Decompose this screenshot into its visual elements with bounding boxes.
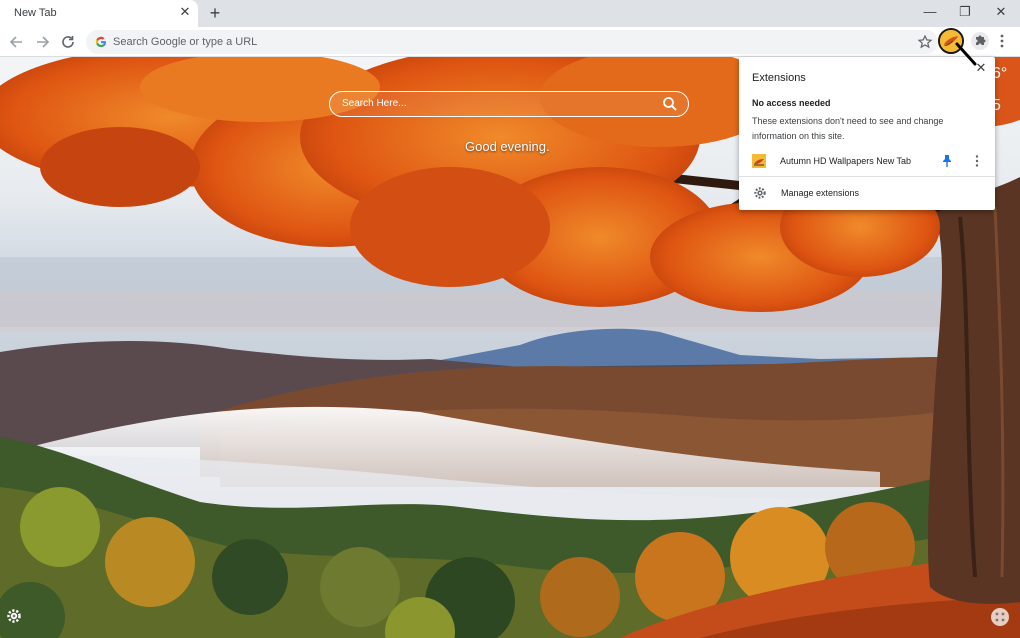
- manage-extensions-label: Manage extensions: [781, 188, 860, 198]
- manage-extensions-button[interactable]: Manage extensions: [739, 181, 995, 205]
- restore-button[interactable]: ❐: [948, 2, 982, 22]
- apps-grid-icon[interactable]: [991, 608, 1009, 626]
- tab-close-icon[interactable]: ✕: [178, 5, 192, 19]
- extension-item[interactable]: Autumn HD Wallpapers New Tab: [739, 150, 995, 172]
- extensions-popup: Extensions ✕ No access needed These exte…: [739, 57, 995, 210]
- omnibox-placeholder: Search Google or type a URL: [113, 36, 258, 48]
- tab-title: New Tab: [14, 7, 57, 19]
- omnibox[interactable]: Search Google or type a URL: [86, 30, 938, 54]
- google-icon: [95, 36, 106, 48]
- minimize-button[interactable]: —: [913, 2, 947, 22]
- tab-new-tab[interactable]: New Tab ✕: [0, 0, 198, 27]
- newtab-search-placeholder: Search Here...: [342, 98, 407, 109]
- pin-icon[interactable]: [941, 154, 953, 168]
- window-close-button[interactable]: ✕: [984, 2, 1018, 22]
- popup-divider: [739, 176, 995, 177]
- tab-strip: New Tab ✕ + — ❐ ✕: [0, 0, 1020, 27]
- section-description: These extensions don't need to see and c…: [752, 116, 944, 141]
- section-title: No access needed: [752, 98, 831, 108]
- gear-icon: [754, 187, 766, 199]
- extension-name: Autumn HD Wallpapers New Tab: [780, 156, 912, 166]
- arrow-left-icon[interactable]: [8, 33, 26, 51]
- arrow-right-icon[interactable]: [33, 33, 51, 51]
- reload-icon[interactable]: [59, 33, 77, 51]
- settings-gear-icon[interactable]: [6, 608, 22, 624]
- new-tab-button[interactable]: +: [206, 4, 224, 22]
- star-icon[interactable]: [917, 34, 933, 50]
- autumn-extension-icon: [752, 154, 766, 168]
- extension-more-icon[interactable]: [973, 154, 981, 168]
- newtab-search-bar[interactable]: Search Here...: [329, 91, 689, 117]
- browser-toolbar: Search Google or type a URL: [0, 27, 1020, 57]
- kebab-icon[interactable]: [996, 32, 1008, 50]
- mouse-cursor-icon: [955, 42, 977, 66]
- popup-title: Extensions: [752, 72, 806, 84]
- greeting-text: Good evening.: [465, 139, 550, 154]
- search-icon[interactable]: [662, 96, 678, 112]
